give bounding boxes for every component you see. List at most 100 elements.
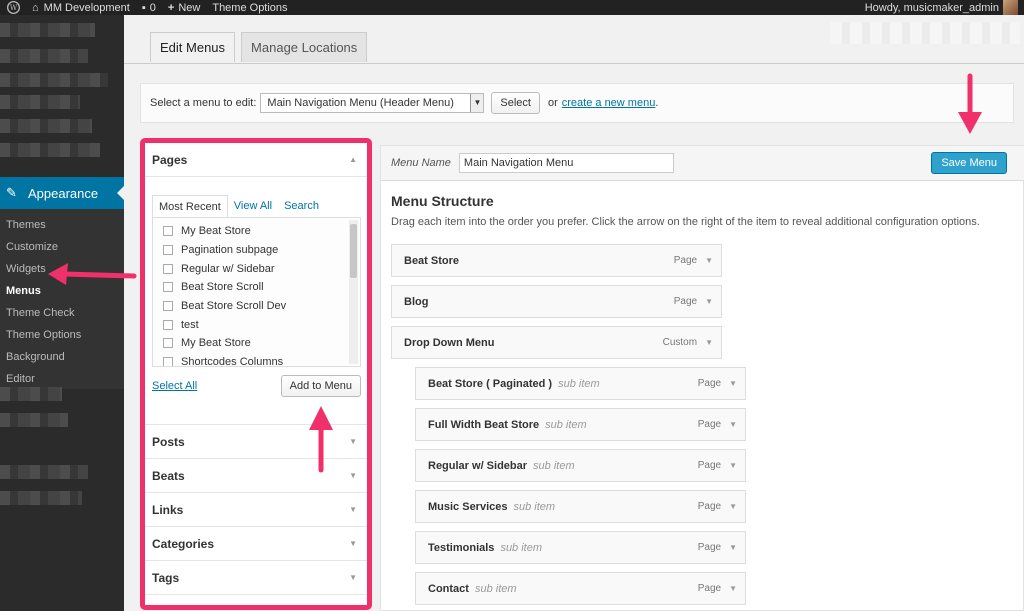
home-icon: ⌂	[32, 1, 39, 14]
new-content-link[interactable]: + New	[162, 0, 206, 15]
menu-item[interactable]: Beat Store Page ▼	[391, 244, 722, 277]
list-item[interactable]: Regular w/ Sidebar	[163, 259, 360, 278]
menu-item[interactable]: Contact sub item Page ▼	[415, 572, 746, 605]
checkbox[interactable]	[163, 338, 173, 349]
menu-structure-title: Menu Structure	[391, 193, 494, 209]
annotation-arrow-save	[958, 73, 982, 134]
scrollbar-thumb[interactable]	[350, 224, 357, 278]
wordpress-logo-icon[interactable]: W	[0, 0, 26, 15]
menu-item[interactable]: Music Services sub item Page ▼	[415, 490, 746, 523]
comments-link[interactable]: ▪ 0	[136, 0, 162, 15]
admin-bar: W ⌂ MM Development ▪ 0 + New Theme Optio…	[0, 0, 1024, 15]
menu-name-input[interactable]: Main Navigation Menu	[458, 153, 674, 173]
blurred-region	[830, 22, 1020, 44]
list-item[interactable]: Pagination subpage	[163, 241, 360, 260]
menu-item[interactable]: Full Width Beat Store sub item Page ▼	[415, 408, 746, 441]
accordion-links-header[interactable]: Links ▼	[145, 493, 367, 527]
accordion-tags-header[interactable]: Tags ▼	[145, 561, 367, 595]
avatar	[1003, 0, 1018, 15]
blurred-menu-item[interactable]	[0, 23, 95, 37]
pages-panel-body: Most Recent View All Search My Beat Stor…	[145, 195, 367, 425]
blurred-menu-item[interactable]	[0, 387, 62, 401]
create-new-menu-link[interactable]: create a new menu	[562, 97, 656, 109]
select-menu-label: Select a menu to edit:	[150, 97, 257, 109]
chevron-down-icon[interactable]: ▼	[729, 502, 737, 511]
list-item[interactable]: Shortcodes Columns	[163, 353, 360, 366]
chevron-down-icon[interactable]: ▼	[705, 338, 713, 347]
submenu-themes[interactable]: Themes	[0, 214, 124, 236]
chevron-down-icon[interactable]: ▼	[729, 584, 737, 593]
pages-subtabs: Most Recent View All Search	[152, 195, 361, 217]
main-content: Edit Menus Manage Locations Select a men…	[124, 15, 1024, 611]
blurred-menu-item[interactable]	[0, 119, 92, 133]
tab-manage-locations[interactable]: Manage Locations	[241, 32, 368, 62]
blurred-menu-item[interactable]	[0, 73, 108, 87]
list-item[interactable]: Beat Store Scroll	[163, 278, 360, 297]
select-all-link[interactable]: Select All	[152, 380, 197, 392]
add-to-menu-button[interactable]: Add to Menu	[280, 375, 361, 397]
chevron-down-icon[interactable]: ▼	[729, 543, 737, 552]
admin-sidebar: ✎ Appearance Themes Customize Widgets Me…	[0, 15, 124, 611]
chevron-down-icon: ▼	[349, 471, 357, 480]
menu-item[interactable]: Beat Store ( Paginated ) sub item Page ▼	[415, 367, 746, 400]
checkbox[interactable]	[163, 226, 173, 237]
checkbox[interactable]	[163, 357, 173, 366]
tab-divider	[124, 63, 1024, 64]
account-link[interactable]: Howdy, musicmaker_admin	[859, 0, 1024, 15]
menu-select[interactable]: Main Navigation Menu (Header Menu) ▼	[260, 93, 485, 113]
nav-tabs: Edit Menus Manage Locations	[150, 32, 373, 62]
blurred-menu-item[interactable]	[0, 49, 88, 63]
chevron-down-icon[interactable]: ▼	[705, 256, 713, 265]
theme-options-link[interactable]: Theme Options	[206, 0, 293, 15]
list-item[interactable]: My Beat Store	[163, 334, 360, 353]
plus-icon: +	[167, 1, 175, 14]
checkbox[interactable]	[163, 319, 173, 330]
menu-name-label: Menu Name	[391, 157, 451, 169]
tab-edit-menus[interactable]: Edit Menus	[150, 32, 236, 62]
chevron-down-icon: ▼	[349, 437, 357, 446]
select-menu-bar: Select a menu to edit: Main Navigation M…	[140, 83, 1014, 123]
submenu-customize[interactable]: Customize	[0, 236, 124, 258]
chevron-down-icon: ▼	[349, 573, 357, 582]
save-menu-button[interactable]: Save Menu	[931, 152, 1007, 174]
menu-item[interactable]: Regular w/ Sidebar sub item Page ▼	[415, 449, 746, 482]
chevron-down-icon: ▼	[349, 505, 357, 514]
blurred-menu-item[interactable]	[0, 491, 82, 505]
list-item[interactable]: test	[163, 315, 360, 334]
menu-item[interactable]: Blog Page ▼	[391, 285, 722, 318]
menu-item[interactable]: Drop Down Menu Custom ▼	[391, 326, 722, 359]
select-button[interactable]: Select	[491, 92, 540, 114]
checkbox[interactable]	[163, 263, 173, 274]
svg-text:W: W	[9, 3, 17, 12]
pages-panel-footer: Select All Add to Menu	[152, 375, 361, 397]
menu-editor-panel: Menu Name Main Navigation Menu Save Menu…	[380, 145, 1024, 611]
list-scrollbar[interactable]	[349, 220, 358, 364]
checkbox[interactable]	[163, 245, 173, 256]
accordion-pages-header[interactable]: Pages ▲	[145, 143, 367, 177]
submenu-theme-check[interactable]: Theme Check	[0, 302, 124, 324]
tab-view-all[interactable]: View All	[228, 195, 278, 217]
accordion-categories-header[interactable]: Categories ▼	[145, 527, 367, 561]
tab-search[interactable]: Search	[278, 195, 325, 217]
comment-icon: ▪	[141, 1, 146, 14]
checkbox[interactable]	[163, 282, 173, 293]
chevron-down-icon[interactable]: ▼	[729, 379, 737, 388]
pages-checklist: My Beat Store Pagination subpage Regular…	[152, 217, 361, 367]
list-item[interactable]: My Beat Store	[163, 222, 360, 241]
checkbox[interactable]	[163, 301, 173, 312]
submenu-background[interactable]: Background	[0, 346, 124, 368]
blurred-menu-item[interactable]	[0, 465, 88, 479]
chevron-down-icon[interactable]: ▼	[729, 461, 737, 470]
chevron-down-icon[interactable]: ▼	[705, 297, 713, 306]
blurred-menu-item[interactable]	[0, 95, 80, 109]
menu-item[interactable]: Testimonials sub item Page ▼	[415, 531, 746, 564]
list-item[interactable]: Beat Store Scroll Dev	[163, 297, 360, 316]
submenu-theme-options[interactable]: Theme Options	[0, 324, 124, 346]
tab-most-recent[interactable]: Most Recent	[152, 195, 228, 217]
sidebar-item-appearance[interactable]: ✎ Appearance	[0, 177, 124, 209]
menu-structure-description: Drag each item into the order you prefer…	[391, 216, 980, 228]
blurred-menu-item[interactable]	[0, 413, 68, 427]
site-name-link[interactable]: ⌂ MM Development	[26, 0, 136, 15]
blurred-menu-item[interactable]	[0, 143, 100, 157]
chevron-down-icon[interactable]: ▼	[729, 420, 737, 429]
